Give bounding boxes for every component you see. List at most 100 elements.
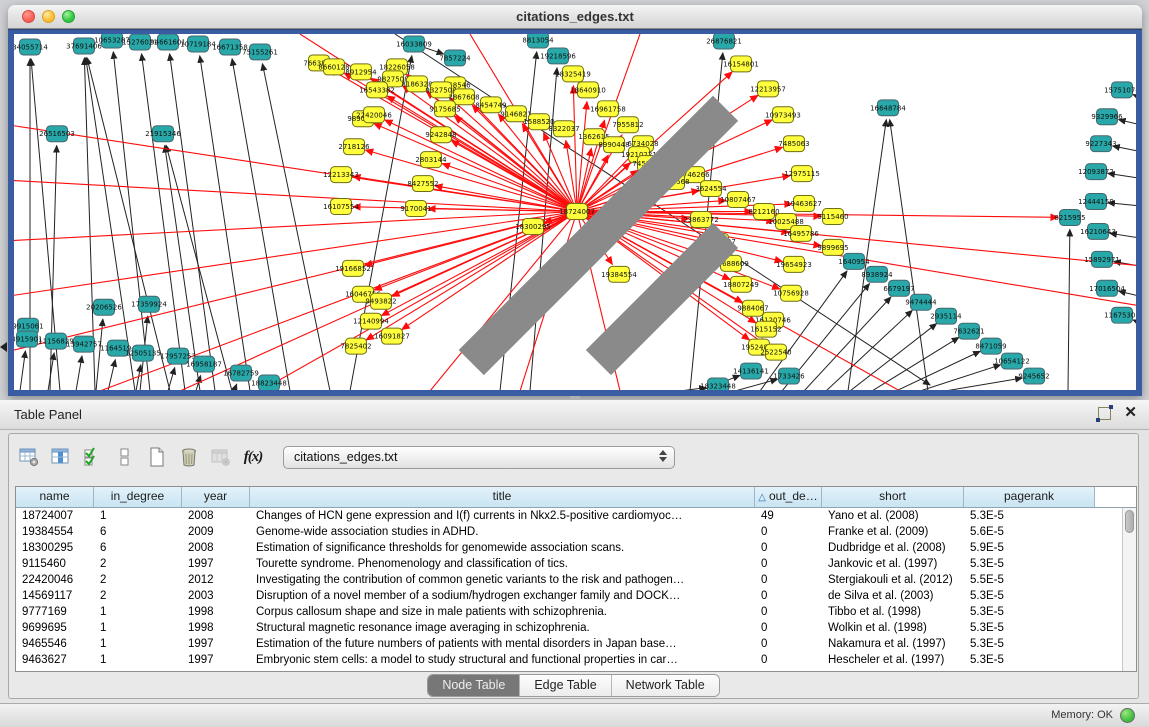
table-cell[interactable]: 1 [94,620,182,636]
close-panel-icon[interactable]: ✕ [1124,404,1137,422]
column-header-out_de[interactable]: △out_de… [755,487,822,507]
table-cell[interactable]: 22420046 [16,572,94,588]
table-cell[interactable]: 1 [94,636,182,652]
table-cell[interactable]: Jankovic et al. (1997) [822,556,964,572]
column-header-pagerank[interactable]: pagerank [964,487,1095,507]
unselect-all-icon[interactable] [111,444,139,470]
table-cell[interactable]: 0 [755,524,822,540]
table-cell[interactable]: 1998 [182,604,250,620]
network-canvas[interactable]: 1872400734055714376914061065328715276021… [14,34,1136,390]
table-cell[interactable]: 19384554 [16,524,94,540]
tab-network-table[interactable]: Network Table [612,675,719,696]
table-cell[interactable]: 9777169 [16,604,94,620]
table-cell[interactable]: 0 [755,604,822,620]
show-column-icon[interactable] [47,444,75,470]
table-cell[interactable]: 2 [94,572,182,588]
table-row[interactable]: 946362711997Embryonic stem cells: a mode… [16,652,1136,668]
table-cell[interactable]: Hescheler et al. (1997) [822,652,964,668]
table-cell[interactable]: 5.3E-5 [964,588,1095,604]
table-row[interactable]: 911546021997Tourette syndrome. Phenomeno… [16,556,1136,572]
table-cell[interactable]: Wolkin et al. (1998) [822,620,964,636]
table-cell[interactable]: 2008 [182,508,250,524]
table-row[interactable]: 946554611997Estimation of the future num… [16,636,1136,652]
delete-table-icon[interactable] [207,444,235,470]
table-cell[interactable]: de Silva et al. (2003) [822,588,964,604]
table-cell[interactable]: 14569117 [16,588,94,604]
new-table-icon[interactable] [143,444,171,470]
column-header-year[interactable]: year [182,487,250,507]
table-cell[interactable]: 18724007 [16,508,94,524]
float-panel-icon[interactable] [1098,407,1111,420]
table-cell[interactable]: Nakamura et al. (1997) [822,636,964,652]
table-cell[interactable]: 2 [94,588,182,604]
table-cell[interactable]: 0 [755,636,822,652]
table-cell[interactable]: 5.3E-5 [964,636,1095,652]
table-cell[interactable]: 5.3E-5 [964,556,1095,572]
table-cell[interactable]: 1 [94,508,182,524]
table-cell[interactable]: 0 [755,572,822,588]
table-mode-icon[interactable] [15,444,43,470]
table-cell[interactable]: 1 [94,604,182,620]
table-cell[interactable]: 5.3E-5 [964,604,1095,620]
table-cell[interactable]: 2009 [182,524,250,540]
table-vertical-scrollbar[interactable] [1122,508,1136,671]
table-selector-dropdown[interactable]: citations_edges.txt [283,446,675,469]
table-cell[interactable]: 2012 [182,572,250,588]
table-cell[interactable]: Yano et al. (2008) [822,508,964,524]
table-cell[interactable]: 1997 [182,652,250,668]
table-cell[interactable]: 0 [755,540,822,556]
table-cell[interactable]: Genome-wide association studies in ADHD. [250,524,755,540]
table-cell[interactable]: 2 [94,556,182,572]
table-cell[interactable]: Disruption of a novel member of a sodium… [250,588,755,604]
table-cell[interactable]: Structural magnetic resonance image aver… [250,620,755,636]
canvas-resize-grip[interactable] [14,34,1134,388]
table-cell[interactable]: 0 [755,620,822,636]
tab-node-table[interactable]: Node Table [428,675,520,696]
table-cell[interactable]: Investigating the contribution of common… [250,572,755,588]
column-header-in_degree[interactable]: in_degree [94,487,182,507]
panel-splitter-handle[interactable] [570,396,580,399]
table-cell[interactable]: 5.9E-5 [964,540,1095,556]
table-cell[interactable]: 18300295 [16,540,94,556]
table-cell[interactable]: Embryonic stem cells: a model to study s… [250,652,755,668]
table-cell[interactable]: Changes of HCN gene expression and I(f) … [250,508,755,524]
table-cell[interactable]: 2008 [182,540,250,556]
table-cell[interactable]: 49 [755,508,822,524]
column-header-name[interactable]: name [16,487,94,507]
table-row[interactable]: 1830029562008Estimation of significance … [16,540,1136,556]
table-cell[interactable]: 9115460 [16,556,94,572]
table-cell[interactable]: 0 [755,652,822,668]
column-header-title[interactable]: title [250,487,755,507]
table-cell[interactable]: 1 [94,652,182,668]
table-row[interactable]: 1456911722003Disruption of a novel membe… [16,588,1136,604]
table-cell[interactable]: 2003 [182,588,250,604]
table-cell[interactable]: 0 [755,588,822,604]
table-cell[interactable]: Corpus callosum shape and size in male p… [250,604,755,620]
table-row[interactable]: 977716911998Corpus callosum shape and si… [16,604,1136,620]
select-all-icon[interactable] [79,444,107,470]
table-cell[interactable]: 6 [94,540,182,556]
table-cell[interactable]: 1997 [182,556,250,572]
table-cell[interactable]: 0 [755,556,822,572]
table-row[interactable]: 1938455462009Genome-wide association stu… [16,524,1136,540]
table-cell[interactable]: Tourette syndrome. Phenomenology and cla… [250,556,755,572]
panel-collapse-arrow-icon[interactable] [0,342,7,352]
table-cell[interactable]: Estimation of the future numbers of pati… [250,636,755,652]
table-cell[interactable]: Estimation of significance thresholds fo… [250,540,755,556]
table-cell[interactable]: Dudbridge et al. (2008) [822,540,964,556]
function-builder-icon[interactable]: f(x) [239,444,267,470]
network-window-titlebar[interactable]: citations_edges.txt [8,5,1142,29]
table-cell[interactable]: 5.6E-5 [964,524,1095,540]
table-row[interactable]: 2242004622012Investigating the contribut… [16,572,1136,588]
table-cell[interactable]: Franke et al. (2009) [822,524,964,540]
scrollbar-thumb[interactable] [1125,510,1134,533]
table-cell[interactable]: Tibbo et al. (1998) [822,604,964,620]
table-cell[interactable]: 1997 [182,636,250,652]
table-cell[interactable]: 6 [94,524,182,540]
table-cell[interactable]: 9463627 [16,652,94,668]
table-cell[interactable]: Stergiakouli et al. (2012) [822,572,964,588]
tab-edge-table[interactable]: Edge Table [520,675,611,696]
column-header-short[interactable]: short [822,487,964,507]
table-cell[interactable]: 9465546 [16,636,94,652]
table-cell[interactable]: 1998 [182,620,250,636]
